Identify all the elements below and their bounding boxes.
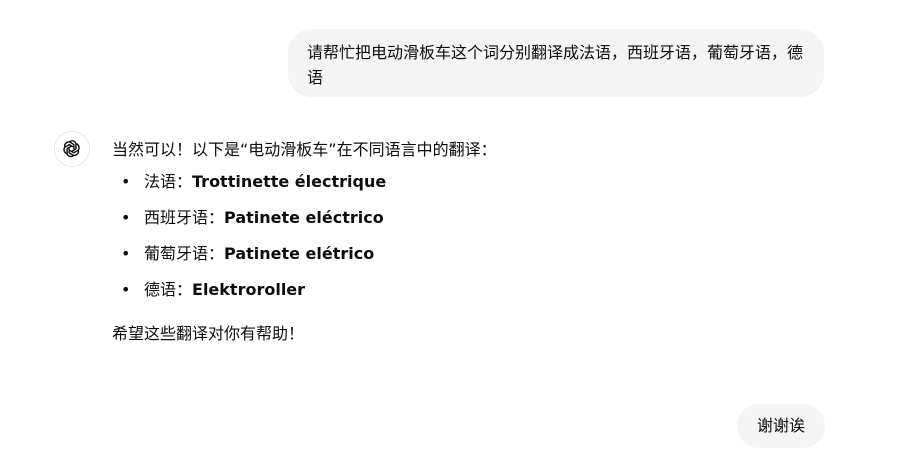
user-message-bubble-2: 谢谢诶 bbox=[737, 404, 825, 448]
list-item: • 西班牙语：Patinete eléctrico bbox=[112, 205, 812, 231]
language-label: 葡萄牙语： bbox=[144, 244, 225, 263]
assistant-avatar bbox=[54, 131, 90, 167]
language-label: 德语： bbox=[144, 280, 193, 299]
assistant-closing: 希望这些翻译对你有帮助！ bbox=[112, 324, 305, 343]
translation-term: Patinete elétrico bbox=[224, 244, 375, 263]
user-message-text: 请帮忙把电动滑板车这个词分别翻译成法语，西班牙语，葡萄牙语，德语 bbox=[307, 43, 804, 87]
list-item: • 法语：Trottinette électrique bbox=[112, 169, 812, 195]
translation-list: • 法语：Trottinette électrique • 西班牙语：Patin… bbox=[112, 169, 812, 303]
bullet-icon: • bbox=[121, 244, 131, 263]
translation-term: Trottinette électrique bbox=[192, 172, 387, 191]
user-message-text-2: 谢谢诶 bbox=[756, 416, 805, 435]
user-message-bubble: 请帮忙把电动滑板车这个词分别翻译成法语，西班牙语，葡萄牙语，德语 bbox=[288, 29, 824, 97]
language-label: 法语： bbox=[144, 172, 193, 191]
chat-page: 请帮忙把电动滑板车这个词分别翻译成法语，西班牙语，葡萄牙语，德语 当然可以！以下… bbox=[0, 0, 916, 472]
list-item: • 葡萄牙语：Patinete elétrico bbox=[112, 241, 812, 267]
bullet-icon: • bbox=[121, 208, 131, 227]
assistant-intro: 当然可以！以下是“电动滑板车”在不同语言中的翻译： bbox=[112, 140, 497, 159]
bullet-icon: • bbox=[121, 172, 131, 191]
bullet-icon: • bbox=[121, 280, 131, 299]
translation-term: Patinete eléctrico bbox=[224, 208, 384, 227]
list-item: • 德语：Elektroroller bbox=[112, 277, 812, 303]
translation-term: Elektroroller bbox=[192, 280, 306, 299]
assistant-message: 当然可以！以下是“电动滑板车”在不同语言中的翻译： • 法语：Trottinet… bbox=[112, 137, 812, 347]
openai-logo-icon bbox=[63, 140, 80, 158]
language-label: 西班牙语： bbox=[144, 208, 225, 227]
